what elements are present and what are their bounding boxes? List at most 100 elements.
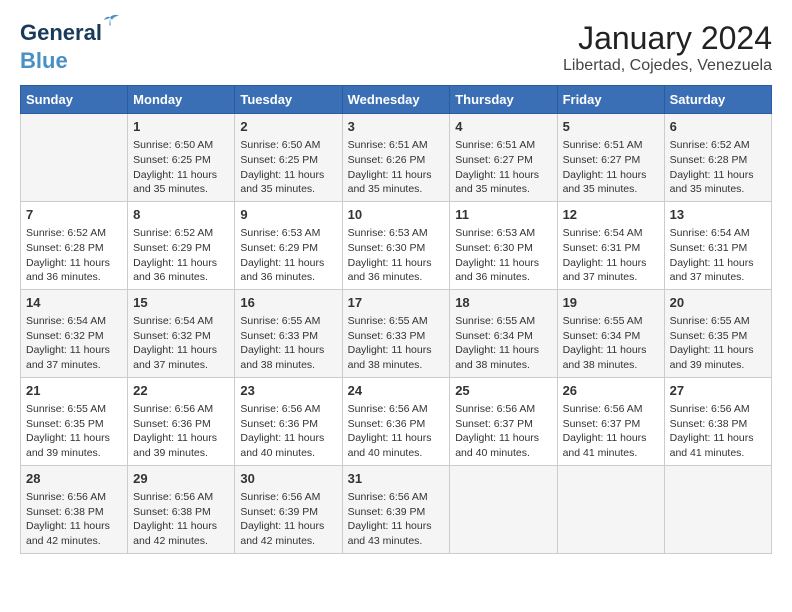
- page-title: January 2024: [563, 20, 772, 57]
- daylight-text: Daylight: 11 hours and 36 minutes.: [26, 256, 122, 285]
- calendar-header-monday: Monday: [128, 86, 235, 114]
- day-number: 7: [26, 206, 122, 224]
- title-block: January 2024 Libertad, Cojedes, Venezuel…: [563, 20, 772, 75]
- calendar-cell: 24Sunrise: 6:56 AMSunset: 6:36 PMDayligh…: [342, 377, 450, 465]
- day-info: Sunrise: 6:50 AMSunset: 6:25 PMDaylight:…: [133, 138, 229, 197]
- day-info: Sunrise: 6:54 AMSunset: 6:31 PMDaylight:…: [670, 226, 766, 285]
- daylight-text: Daylight: 11 hours and 40 minutes.: [455, 431, 551, 460]
- sunrise-text: Sunrise: 6:53 AM: [240, 226, 336, 241]
- sunrise-text: Sunrise: 6:56 AM: [240, 402, 336, 417]
- sunset-text: Sunset: 6:36 PM: [133, 417, 229, 432]
- logo-blue: Blue: [20, 48, 68, 74]
- sunset-text: Sunset: 6:36 PM: [240, 417, 336, 432]
- sunset-text: Sunset: 6:30 PM: [348, 241, 445, 256]
- sunset-text: Sunset: 6:30 PM: [455, 241, 551, 256]
- sunrise-text: Sunrise: 6:56 AM: [563, 402, 659, 417]
- sunset-text: Sunset: 6:32 PM: [26, 329, 122, 344]
- sunset-text: Sunset: 6:37 PM: [563, 417, 659, 432]
- daylight-text: Daylight: 11 hours and 35 minutes.: [670, 168, 766, 197]
- day-info: Sunrise: 6:56 AMSunset: 6:37 PMDaylight:…: [455, 402, 551, 461]
- calendar-cell: 3Sunrise: 6:51 AMSunset: 6:26 PMDaylight…: [342, 114, 450, 202]
- sunrise-text: Sunrise: 6:54 AM: [670, 226, 766, 241]
- sunset-text: Sunset: 6:28 PM: [26, 241, 122, 256]
- calendar-header-thursday: Thursday: [450, 86, 557, 114]
- day-info: Sunrise: 6:54 AMSunset: 6:32 PMDaylight:…: [26, 314, 122, 373]
- day-info: Sunrise: 6:53 AMSunset: 6:29 PMDaylight:…: [240, 226, 336, 285]
- day-info: Sunrise: 6:56 AMSunset: 6:36 PMDaylight:…: [348, 402, 445, 461]
- day-info: Sunrise: 6:56 AMSunset: 6:36 PMDaylight:…: [240, 402, 336, 461]
- sunset-text: Sunset: 6:36 PM: [348, 417, 445, 432]
- daylight-text: Daylight: 11 hours and 37 minutes.: [670, 256, 766, 285]
- calendar-cell: 2Sunrise: 6:50 AMSunset: 6:25 PMDaylight…: [235, 114, 342, 202]
- day-number: 30: [240, 470, 336, 488]
- sunrise-text: Sunrise: 6:56 AM: [240, 490, 336, 505]
- calendar-header-tuesday: Tuesday: [235, 86, 342, 114]
- day-info: Sunrise: 6:56 AMSunset: 6:38 PMDaylight:…: [670, 402, 766, 461]
- day-number: 6: [670, 118, 766, 136]
- calendar-cell: 23Sunrise: 6:56 AMSunset: 6:36 PMDayligh…: [235, 377, 342, 465]
- calendar-week-row: 7Sunrise: 6:52 AMSunset: 6:28 PMDaylight…: [21, 201, 772, 289]
- calendar-cell: [664, 465, 771, 553]
- page-header: General Blue January 2024 Libertad, Coje…: [20, 20, 772, 75]
- logo-general: General: [20, 20, 102, 45]
- sunrise-text: Sunrise: 6:53 AM: [348, 226, 445, 241]
- calendar-cell: [557, 465, 664, 553]
- day-number: 29: [133, 470, 229, 488]
- sunrise-text: Sunrise: 6:52 AM: [26, 226, 122, 241]
- sunrise-text: Sunrise: 6:51 AM: [455, 138, 551, 153]
- day-info: Sunrise: 6:55 AMSunset: 6:35 PMDaylight:…: [670, 314, 766, 373]
- sunset-text: Sunset: 6:31 PM: [563, 241, 659, 256]
- sunset-text: Sunset: 6:39 PM: [348, 505, 445, 520]
- day-number: 26: [563, 382, 659, 400]
- calendar-cell: 16Sunrise: 6:55 AMSunset: 6:33 PMDayligh…: [235, 289, 342, 377]
- calendar-header-wednesday: Wednesday: [342, 86, 450, 114]
- day-info: Sunrise: 6:56 AMSunset: 6:37 PMDaylight:…: [563, 402, 659, 461]
- page-subtitle: Libertad, Cojedes, Venezuela: [563, 57, 772, 75]
- day-info: Sunrise: 6:56 AMSunset: 6:38 PMDaylight:…: [133, 490, 229, 549]
- sunset-text: Sunset: 6:27 PM: [563, 153, 659, 168]
- daylight-text: Daylight: 11 hours and 35 minutes.: [348, 168, 445, 197]
- day-number: 27: [670, 382, 766, 400]
- day-number: 22: [133, 382, 229, 400]
- day-number: 15: [133, 294, 229, 312]
- sunset-text: Sunset: 6:29 PM: [133, 241, 229, 256]
- day-info: Sunrise: 6:52 AMSunset: 6:29 PMDaylight:…: [133, 226, 229, 285]
- calendar-cell: 13Sunrise: 6:54 AMSunset: 6:31 PMDayligh…: [664, 201, 771, 289]
- calendar-cell: 17Sunrise: 6:55 AMSunset: 6:33 PMDayligh…: [342, 289, 450, 377]
- day-number: 16: [240, 294, 336, 312]
- day-number: 10: [348, 206, 445, 224]
- daylight-text: Daylight: 11 hours and 38 minutes.: [455, 343, 551, 372]
- sunset-text: Sunset: 6:25 PM: [133, 153, 229, 168]
- day-info: Sunrise: 6:56 AMSunset: 6:36 PMDaylight:…: [133, 402, 229, 461]
- day-number: 31: [348, 470, 445, 488]
- calendar-cell: 31Sunrise: 6:56 AMSunset: 6:39 PMDayligh…: [342, 465, 450, 553]
- sunset-text: Sunset: 6:38 PM: [670, 417, 766, 432]
- day-info: Sunrise: 6:56 AMSunset: 6:38 PMDaylight:…: [26, 490, 122, 549]
- calendar-cell: [450, 465, 557, 553]
- calendar-cell: 11Sunrise: 6:53 AMSunset: 6:30 PMDayligh…: [450, 201, 557, 289]
- sunset-text: Sunset: 6:34 PM: [563, 329, 659, 344]
- sunrise-text: Sunrise: 6:55 AM: [348, 314, 445, 329]
- sunrise-text: Sunrise: 6:55 AM: [670, 314, 766, 329]
- daylight-text: Daylight: 11 hours and 37 minutes.: [133, 343, 229, 372]
- sunset-text: Sunset: 6:33 PM: [240, 329, 336, 344]
- calendar-cell: 9Sunrise: 6:53 AMSunset: 6:29 PMDaylight…: [235, 201, 342, 289]
- day-info: Sunrise: 6:54 AMSunset: 6:32 PMDaylight:…: [133, 314, 229, 373]
- daylight-text: Daylight: 11 hours and 40 minutes.: [348, 431, 445, 460]
- daylight-text: Daylight: 11 hours and 36 minutes.: [133, 256, 229, 285]
- calendar-cell: 8Sunrise: 6:52 AMSunset: 6:29 PMDaylight…: [128, 201, 235, 289]
- day-number: 25: [455, 382, 551, 400]
- day-info: Sunrise: 6:53 AMSunset: 6:30 PMDaylight:…: [455, 226, 551, 285]
- daylight-text: Daylight: 11 hours and 35 minutes.: [240, 168, 336, 197]
- calendar-cell: 4Sunrise: 6:51 AMSunset: 6:27 PMDaylight…: [450, 114, 557, 202]
- daylight-text: Daylight: 11 hours and 42 minutes.: [133, 519, 229, 548]
- daylight-text: Daylight: 11 hours and 42 minutes.: [240, 519, 336, 548]
- sunset-text: Sunset: 6:38 PM: [26, 505, 122, 520]
- day-info: Sunrise: 6:51 AMSunset: 6:27 PMDaylight:…: [563, 138, 659, 197]
- sunrise-text: Sunrise: 6:53 AM: [455, 226, 551, 241]
- daylight-text: Daylight: 11 hours and 40 minutes.: [240, 431, 336, 460]
- daylight-text: Daylight: 11 hours and 36 minutes.: [455, 256, 551, 285]
- sunset-text: Sunset: 6:25 PM: [240, 153, 336, 168]
- day-number: 4: [455, 118, 551, 136]
- sunrise-text: Sunrise: 6:54 AM: [26, 314, 122, 329]
